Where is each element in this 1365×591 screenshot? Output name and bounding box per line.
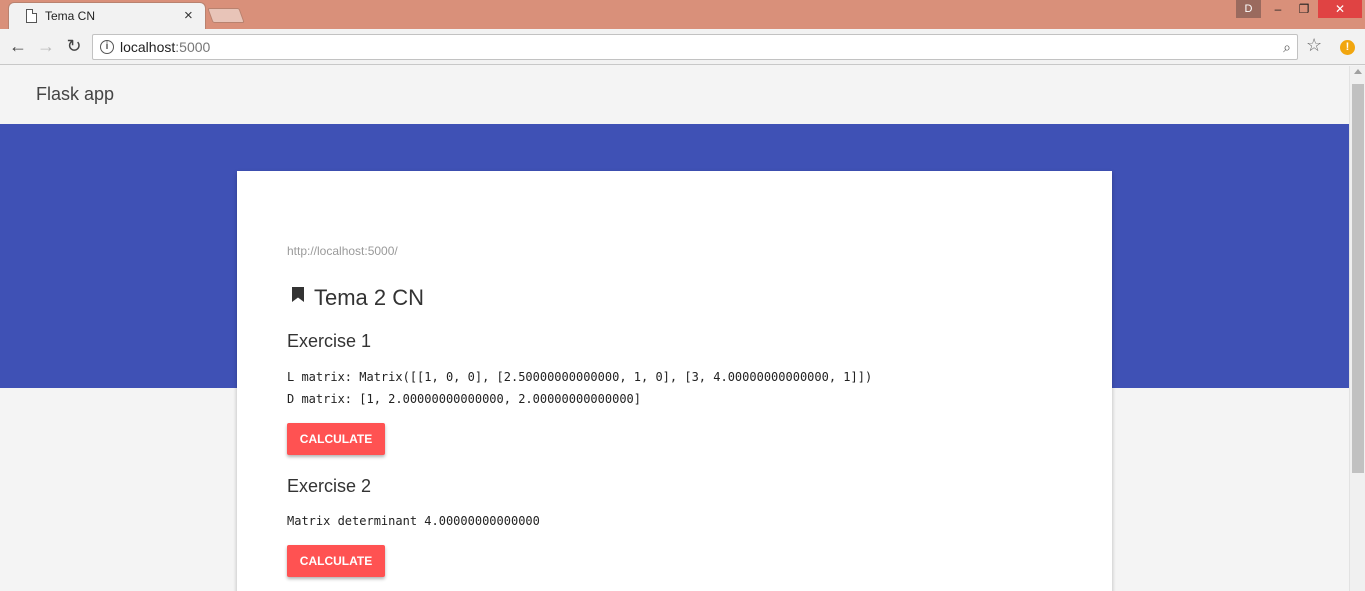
page-title: Tema 2 CN	[314, 285, 425, 310]
url-host: localhost	[120, 39, 176, 55]
browser-toolbar: ← → ↻ i localhost:5000 ⌕ ☆ !	[0, 29, 1365, 65]
exercise-2-title: Exercise 2	[287, 476, 372, 496]
content-card: http://localhost:5000/ Tema 2 CN Exercis…	[237, 171, 1112, 591]
bookmark-star-icon[interactable]: ☆	[1306, 35, 1322, 56]
forward-icon[interactable]: →	[35, 35, 57, 57]
exercise-1-calculate-button[interactable]: CALCULATE	[287, 423, 385, 455]
address-bar[interactable]: i localhost:5000 ⌕	[92, 34, 1298, 60]
url-text: localhost:5000	[120, 39, 210, 55]
back-icon[interactable]: ←	[7, 35, 29, 57]
minimize-button[interactable]: ‒	[1264, 0, 1292, 18]
scroll-thumb[interactable]	[1352, 84, 1364, 473]
close-window-button[interactable]: ✕	[1318, 0, 1362, 18]
exercise-2-calculate-button[interactable]: CALCULATE	[287, 545, 385, 577]
page-icon	[26, 9, 37, 23]
bookmark-icon	[292, 287, 304, 302]
tab-title: Tema CN	[45, 9, 96, 23]
restore-button[interactable]: ❐	[1290, 0, 1318, 18]
extension-alert-icon[interactable]: !	[1340, 40, 1355, 55]
app-title[interactable]: Flask app	[36, 84, 114, 105]
exercise-1-title: Exercise 1	[287, 331, 372, 351]
l-matrix-output: L matrix: Matrix([[1, 0, 0], [2.50000000…	[287, 370, 873, 384]
page-url-label: http://localhost:5000/	[287, 244, 398, 258]
browser-titlebar: Tema CN × D ‒ ❐ ✕	[0, 0, 1365, 29]
user-profile-badge[interactable]: D	[1236, 0, 1261, 18]
url-port: :5000	[175, 39, 211, 55]
determinant-output: Matrix determinant 4.00000000000000	[287, 514, 540, 528]
d-matrix-output: D matrix: [1, 2.00000000000000, 2.000000…	[287, 392, 642, 406]
browser-tab[interactable]: Tema CN ×	[8, 2, 206, 29]
reload-icon[interactable]: ↻	[63, 35, 85, 57]
zoom-icon[interactable]: ⌕	[1283, 39, 1291, 56]
app-bar: Flask app	[0, 66, 1349, 124]
page-scrollbar[interactable]	[1349, 66, 1365, 591]
site-info-icon[interactable]: i	[100, 40, 114, 54]
page-viewport: Flask app http://localhost:5000/ Tema 2 …	[0, 66, 1349, 591]
scroll-up-icon[interactable]	[1354, 69, 1362, 74]
new-tab-button[interactable]	[207, 8, 245, 23]
close-tab-icon[interactable]: ×	[184, 7, 193, 24]
